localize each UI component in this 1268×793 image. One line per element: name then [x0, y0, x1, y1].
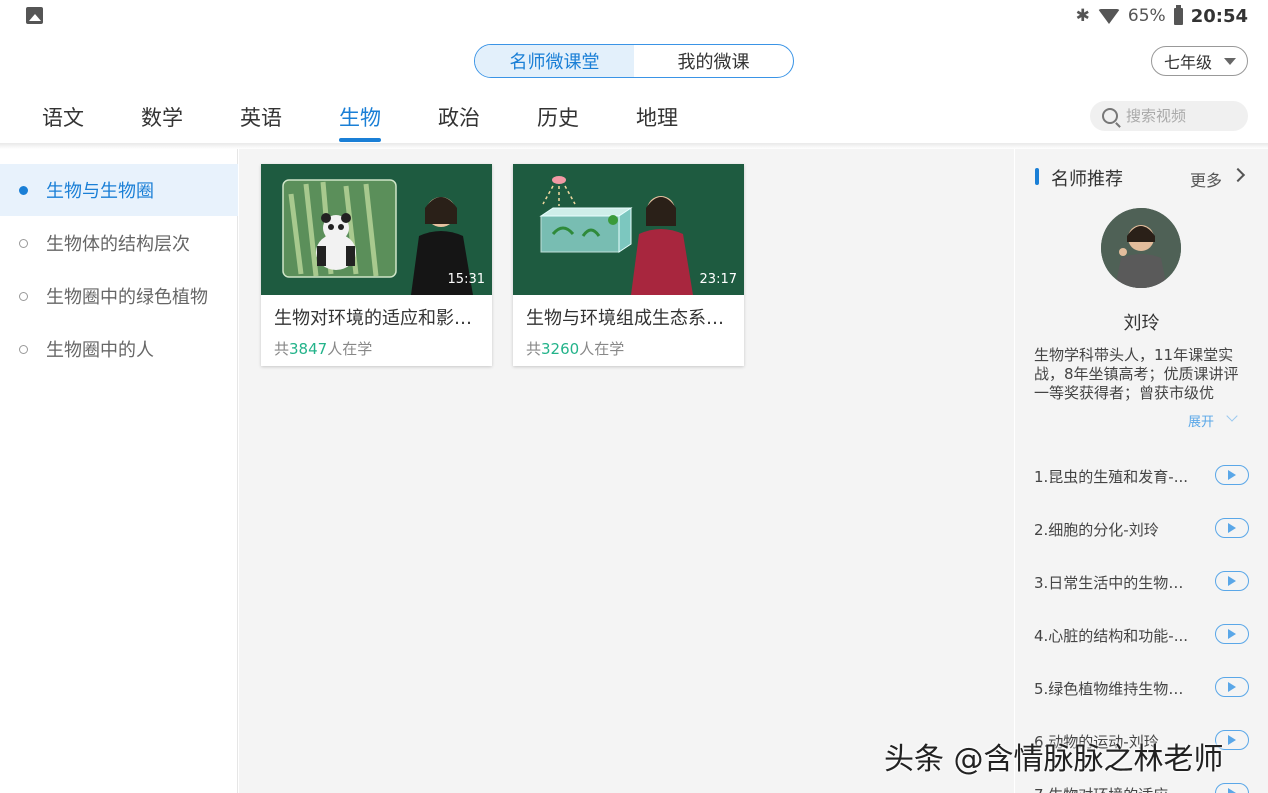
expand-link[interactable]: 展开	[1188, 411, 1214, 430]
search-icon	[1102, 108, 1118, 124]
lesson-title: 7.生物对环境的适应和...	[1034, 784, 1196, 793]
chapter-item[interactable]: 生物与生物圈	[0, 164, 238, 216]
teacher-description: 生物学科带头人，11年课堂实战，8年坐镇高考；优质课讲评一等奖获得者；曾获市级优	[1034, 346, 1239, 402]
dropdown-triangle-icon	[1224, 58, 1236, 65]
lesson-item[interactable]: 4.心脏的结构和功能-...	[1034, 620, 1249, 650]
tab-english[interactable]: 英语	[240, 102, 282, 132]
video-thumbnail: 15:31	[261, 164, 492, 295]
section-title: 名师推荐	[1051, 169, 1123, 190]
bullet-icon	[19, 344, 28, 354]
video-duration: 23:17	[699, 272, 737, 287]
video-title: 生物与环境组成生态系统...	[526, 308, 736, 329]
lesson-title: 5.绿色植物维持生物圈...	[1034, 680, 1196, 698]
bullet-icon	[19, 238, 28, 248]
chevron-down-icon[interactable]	[1226, 410, 1238, 422]
video-thumbnail: 23:17	[513, 164, 744, 295]
play-icon[interactable]	[1215, 624, 1249, 644]
search-input[interactable]	[1126, 107, 1236, 125]
video-card[interactable]: 15:31 生物对环境的适应和影响... 共3847人在学	[261, 164, 492, 366]
play-icon[interactable]	[1215, 518, 1249, 538]
chapter-item[interactable]: 生物体的结构层次	[0, 217, 238, 269]
lesson-item[interactable]: 5.绿色植物维持生物圈...	[1034, 673, 1249, 703]
battery-icon	[1173, 4, 1183, 25]
learner-prefix: 共	[274, 340, 290, 358]
lesson-item[interactable]: 7.生物对环境的适应和...	[1034, 779, 1249, 793]
learner-number: 3847	[289, 340, 328, 358]
lesson-item[interactable]: 2.细胞的分化-刘玲	[1034, 514, 1249, 544]
subject-tabs: 语文 数学 英语 生物 政治 历史 地理	[0, 96, 1000, 142]
chapter-label: 生物体的结构层次	[46, 234, 190, 255]
learner-prefix: 共	[526, 340, 542, 358]
play-icon[interactable]	[1215, 677, 1249, 697]
course-source-toggle: 名师微课堂 我的微课	[474, 44, 794, 78]
more-link[interactable]: 更多	[1190, 167, 1222, 191]
tab-chinese[interactable]: 语文	[42, 102, 84, 132]
tab-history[interactable]: 历史	[537, 102, 579, 132]
video-title: 生物对环境的适应和影响...	[274, 308, 484, 329]
active-tab-indicator	[339, 138, 381, 142]
lesson-title: 4.心脏的结构和功能-...	[1034, 627, 1189, 645]
play-icon[interactable]	[1215, 783, 1249, 793]
grade-select-value: 七年级	[1164, 53, 1213, 72]
learner-suffix: 人在学	[327, 340, 373, 358]
battery-level: 65%	[1127, 6, 1166, 26]
section-accent-bar	[1035, 168, 1039, 185]
lesson-title: 3.日常生活中的生物技...	[1034, 574, 1196, 592]
wifi-icon	[1097, 8, 1120, 24]
learner-number: 3260	[541, 340, 580, 358]
tab-politics[interactable]: 政治	[438, 102, 480, 132]
bullet-icon	[19, 291, 28, 301]
tab-my-micro-lessons[interactable]: 我的微课	[634, 45, 793, 77]
gallery-icon	[26, 7, 43, 24]
lesson-item[interactable]: 1.昆虫的生殖和发育-...	[1034, 461, 1249, 491]
learner-suffix: 人在学	[579, 340, 625, 358]
lesson-title: 1.昆虫的生殖和发育-...	[1034, 468, 1189, 486]
grade-select[interactable]: 七年级	[1151, 46, 1248, 76]
chevron-right-icon[interactable]	[1230, 167, 1246, 183]
chapter-item[interactable]: 生物圈中的绿色植物	[0, 270, 238, 322]
chapter-label: 生物圈中的人	[46, 340, 154, 361]
play-icon[interactable]	[1215, 465, 1249, 485]
search-box[interactable]	[1090, 101, 1248, 131]
bluetooth-icon: ✱	[1075, 6, 1090, 26]
watermark: 头条 @含情脉脉之林老师	[884, 742, 1224, 777]
tab-geography[interactable]: 地理	[636, 102, 678, 132]
chapter-label: 生物圈中的绿色植物	[46, 287, 208, 308]
clock-time: 20:54	[1190, 5, 1248, 27]
status-bar: ✱ 65% 20:54	[0, 0, 1268, 34]
chapter-label: 生物与生物圈	[46, 181, 154, 202]
play-icon[interactable]	[1215, 571, 1249, 591]
video-duration: 15:31	[447, 272, 485, 287]
chapter-item[interactable]: 生物圈中的人	[0, 323, 238, 375]
avatar[interactable]	[1101, 208, 1181, 288]
learner-count: 共3847人在学	[274, 338, 372, 359]
bullet-icon	[19, 185, 28, 195]
lesson-item[interactable]: 3.日常生活中的生物技...	[1034, 567, 1249, 597]
teacher-name: 刘玲	[1123, 313, 1160, 334]
video-card[interactable]: 23:17 生物与环境组成生态系统... 共3260人在学	[513, 164, 744, 366]
tab-biology[interactable]: 生物	[339, 102, 381, 132]
tab-math[interactable]: 数学	[141, 102, 183, 132]
chapter-sidebar: 生物与生物圈 生物体的结构层次 生物圈中的绿色植物 生物圈中的人	[0, 149, 238, 793]
teacher-recommend-panel: 名师推荐 更多 刘玲 生物学科带头人，11年课堂实战，8年坐镇高考；优质课讲评一…	[1015, 149, 1268, 793]
lesson-title: 2.细胞的分化-刘玲	[1034, 521, 1159, 539]
video-list: 15:31 生物对环境的适应和影响... 共3847人在学 23:17 生物与环…	[239, 149, 1014, 793]
learner-count: 共3260人在学	[526, 338, 624, 359]
tab-famous-teacher-class[interactable]: 名师微课堂	[475, 45, 634, 77]
